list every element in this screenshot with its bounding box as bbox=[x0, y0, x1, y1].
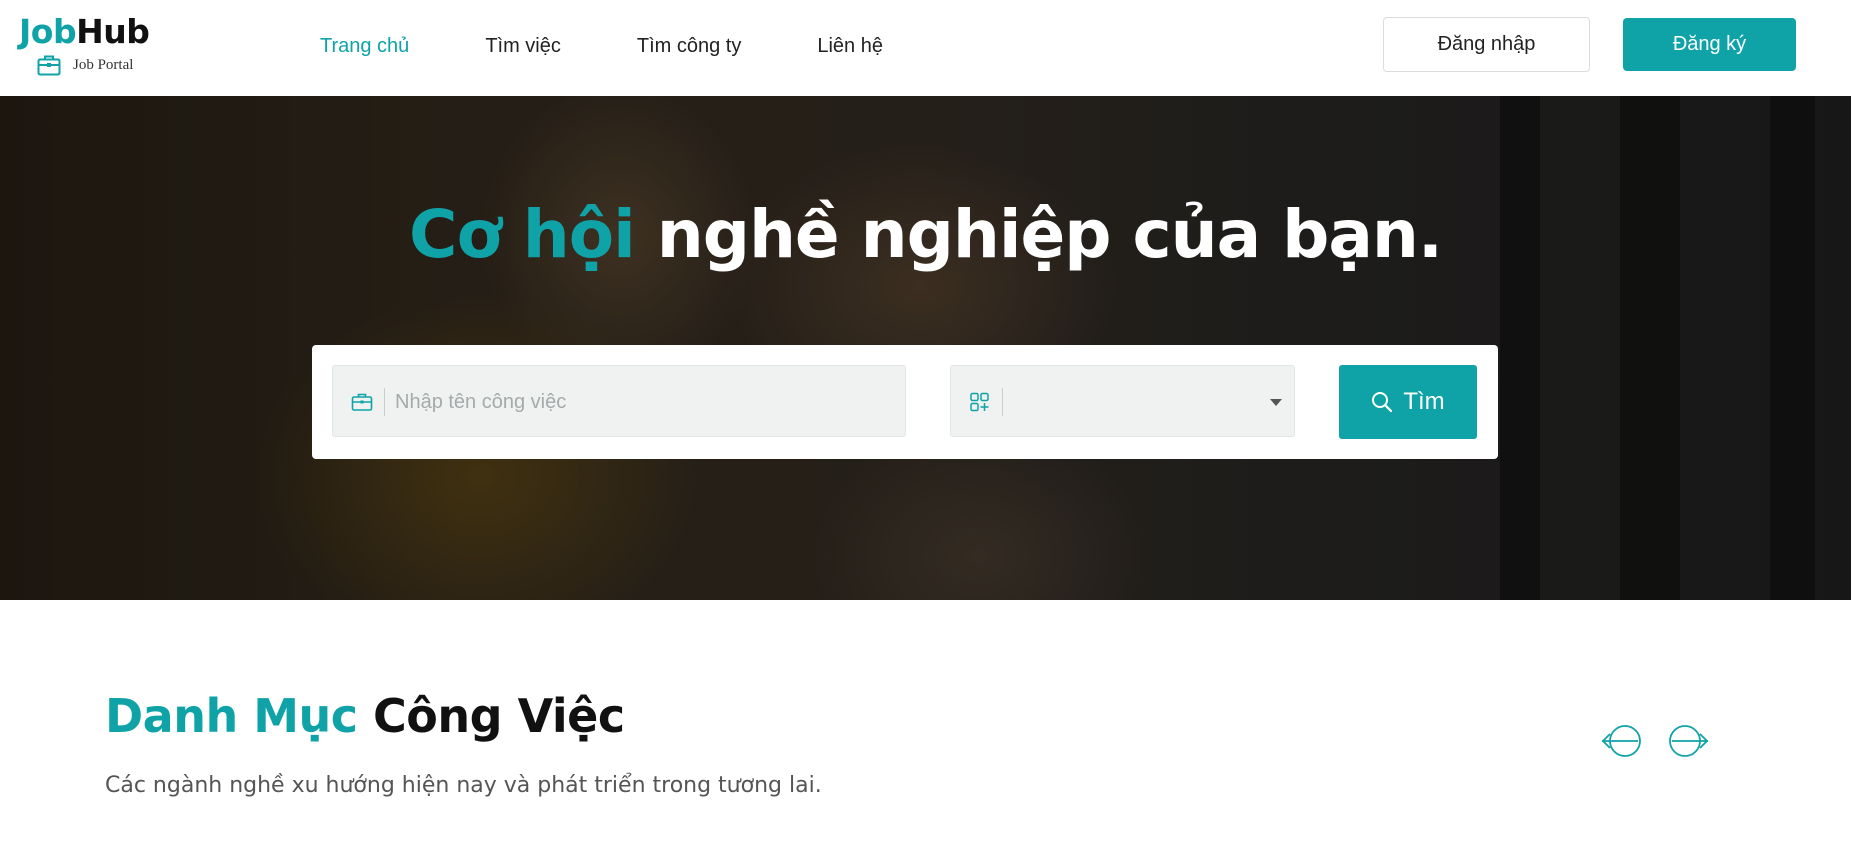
categories-title: Danh Mục Công Việc bbox=[105, 689, 625, 743]
chevron-down-icon bbox=[1270, 399, 1282, 406]
site-header: JobHub Job Portal Trang chủ Tìm việc Tìm… bbox=[0, 0, 1851, 96]
hero-background-pillar bbox=[1500, 96, 1540, 600]
login-button[interactable]: Đăng nhập bbox=[1383, 17, 1590, 72]
logo[interactable]: JobHub Job Portal bbox=[19, 12, 169, 82]
logo-title-job: Job bbox=[19, 12, 77, 51]
hero-background-pillar bbox=[1770, 96, 1815, 600]
hero-title-rest: nghề nghiệp của bạn. bbox=[656, 196, 1443, 273]
register-button[interactable]: Đăng ký bbox=[1623, 18, 1796, 71]
search-icon bbox=[1372, 392, 1393, 413]
field-divider bbox=[384, 388, 385, 416]
logo-tagline: Job Portal bbox=[73, 57, 134, 73]
hero-banner: Cơ hội nghề nghiệp của bạn. Nhập tên côn… bbox=[0, 96, 1851, 600]
job-search-form: Tìm bbox=[312, 345, 1498, 459]
nav-item-find-companies[interactable]: Tìm công ty bbox=[637, 30, 741, 62]
category-select[interactable] bbox=[950, 365, 1295, 437]
hero-title-accent: Cơ hội bbox=[409, 196, 636, 273]
main-nav: Trang chủ Tìm việc Tìm công ty Liên hệ bbox=[320, 30, 959, 62]
hero-title: Cơ hội nghề nghiệp của bạn. bbox=[0, 196, 1851, 273]
logo-title-hub: Hub bbox=[76, 12, 150, 51]
logo-title: JobHub bbox=[19, 12, 150, 51]
nav-item-home[interactable]: Trang chủ bbox=[320, 30, 409, 62]
arrow-left-circle-icon[interactable] bbox=[1600, 724, 1650, 758]
categories-title-accent: Danh Mục bbox=[105, 689, 358, 743]
search-button-label: Tìm bbox=[1403, 388, 1445, 415]
arrow-right-circle-icon[interactable] bbox=[1660, 724, 1710, 758]
job-title-field[interactable] bbox=[332, 365, 906, 437]
categories-title-rest: Công Việc bbox=[373, 689, 625, 743]
nav-item-find-jobs[interactable]: Tìm việc bbox=[485, 30, 561, 62]
job-title-input[interactable] bbox=[395, 380, 885, 424]
briefcase-icon bbox=[351, 393, 373, 411]
field-divider bbox=[1002, 388, 1003, 416]
categories-subtitle: Các ngành nghề xu hướng hiện nay và phát… bbox=[105, 773, 822, 798]
grid-add-icon bbox=[970, 392, 989, 412]
nav-item-contact[interactable]: Liên hệ bbox=[817, 30, 883, 62]
briefcase-icon bbox=[37, 55, 61, 76]
search-button[interactable]: Tìm bbox=[1339, 365, 1477, 439]
hero-background-pillar bbox=[1620, 96, 1680, 600]
